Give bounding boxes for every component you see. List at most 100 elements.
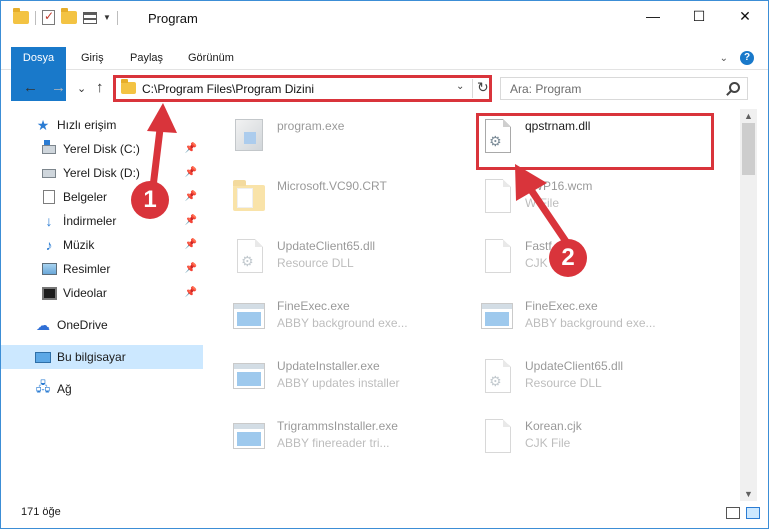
address-highlight-box xyxy=(113,75,492,102)
sidebar-item-label: Yerel Disk (C:) xyxy=(63,142,140,156)
pictures-icon-wrap xyxy=(41,262,57,276)
forward-button[interactable]: → xyxy=(51,79,66,96)
setup-icon xyxy=(231,117,267,157)
sidebar-item-music[interactable]: ♪ Müzik 📌 xyxy=(1,233,203,257)
videos-icon xyxy=(41,286,57,300)
network-icon: 🖧 xyxy=(35,379,51,394)
disk-icon-wrap xyxy=(41,139,57,156)
quick-access-toolbar: ▼ xyxy=(13,8,118,25)
file-description: Resource DLL xyxy=(277,256,354,270)
customize-toolbar-chevron-icon[interactable]: ▼ xyxy=(103,13,111,22)
disk-icon xyxy=(42,139,56,154)
recent-locations-button[interactable]: ⌄ xyxy=(77,82,86,95)
pin-icon[interactable]: 📌 xyxy=(185,191,197,202)
list-item[interactable]: program.exe xyxy=(205,111,445,165)
app-icon xyxy=(231,417,267,457)
divider xyxy=(35,10,36,25)
tab-share[interactable]: Paylaş xyxy=(130,47,163,70)
sidebar-item-this-pc[interactable]: Bu bilgisayar xyxy=(1,345,203,369)
scroll-thumb[interactable] xyxy=(742,123,755,175)
help-icon[interactable]: ? xyxy=(740,51,754,65)
file-description: Resource DLL xyxy=(525,376,602,390)
computer-icon-wrap xyxy=(35,350,51,364)
list-item[interactable]: TrigrammsInstaller.exe ABBY finereader t… xyxy=(205,411,445,465)
sidebar-item-label: Resimler xyxy=(63,262,111,276)
list-item[interactable]: Microsoft.VC90.CRT xyxy=(205,171,445,225)
list-item[interactable]: ⚙ UpdateClient65.dll Resource DLL xyxy=(205,231,445,285)
folder-icon[interactable] xyxy=(13,8,29,24)
app-icon xyxy=(231,357,267,397)
sidebar-item-onedrive[interactable]: ☁ OneDrive xyxy=(1,313,203,337)
list-item[interactable]: Korean.cjk CJK File xyxy=(453,411,693,465)
search-icon[interactable] xyxy=(729,82,740,93)
sidebar-item-network[interactable]: 🖧 Ağ xyxy=(1,377,203,401)
back-button[interactable]: ← xyxy=(23,79,38,96)
tiles-view-icon[interactable] xyxy=(746,507,760,519)
close-button[interactable]: ✕ xyxy=(722,1,768,31)
scroll-up-icon[interactable]: ▲ xyxy=(744,111,753,121)
up-button[interactable]: ↑ xyxy=(96,79,104,96)
list-item[interactable]: ⚙ UpdateClient65.dll Resource DLL xyxy=(453,351,693,405)
pin-icon[interactable]: 📌 xyxy=(185,287,197,298)
file-name: program.exe xyxy=(277,119,345,133)
computer-icon xyxy=(35,351,51,363)
sidebar-item-label: Videolar xyxy=(63,286,107,300)
file-description: CJK File xyxy=(525,436,571,450)
sidebar-item-label: OneDrive xyxy=(57,318,108,332)
list-item[interactable]: oWP16.wcm W File xyxy=(453,171,693,225)
minimize-button[interactable]: — xyxy=(630,1,676,31)
pin-icon[interactable]: 📌 xyxy=(185,215,197,226)
step-1-badge: 1 xyxy=(131,181,169,219)
music-icon: ♪ xyxy=(45,237,53,253)
pin-icon[interactable]: 📌 xyxy=(185,239,197,250)
navigation-bar: ← → ⌄ ↑ C:\Program Files\Program Dizini … xyxy=(1,74,768,104)
sidebar-item-local-disk-d[interactable]: Yerel Disk (D:) 📌 xyxy=(1,161,203,185)
pin-icon[interactable]: 📌 xyxy=(185,167,197,178)
tab-home[interactable]: Giriş xyxy=(81,47,104,70)
onedrive-icon: ☁ xyxy=(36,316,50,333)
tab-view[interactable]: Görünüm xyxy=(188,47,234,70)
step-2-badge: 2 xyxy=(549,239,587,277)
file-name: UpdateClient65.dll xyxy=(277,239,376,253)
properties-icon[interactable] xyxy=(83,11,97,24)
file-name: FineExec.exe xyxy=(525,299,598,313)
file-name: UpdateInstaller.exe xyxy=(277,359,380,373)
pin-icon[interactable]: 📌 xyxy=(185,263,197,274)
scroll-down-icon[interactable]: ▼ xyxy=(744,489,753,499)
sidebar-item-pictures[interactable]: Resimler 📌 xyxy=(1,257,203,281)
downloads-icon: ↓ xyxy=(45,213,53,229)
sidebar-item-label: Yerel Disk (D:) xyxy=(63,166,140,180)
file-icon xyxy=(479,177,515,217)
details-view-icon[interactable] xyxy=(726,507,740,519)
pin-icon[interactable]: 📌 xyxy=(185,143,197,154)
navigation-pane: ★ Hızlı erişim Yerel Disk (C:) 📌 Yerel D… xyxy=(1,109,203,501)
maximize-button[interactable]: ☐ xyxy=(676,1,722,31)
explorer-window: ▼ Program — ☐ ✕ Dosya Giriş Paylaş Görün… xyxy=(0,0,769,529)
file-icon xyxy=(479,417,515,457)
expand-ribbon-chevron-icon[interactable]: ⌄ xyxy=(720,53,728,64)
file-name: FineExec.exe xyxy=(277,299,350,313)
sidebar-item-videos[interactable]: Videolar 📌 xyxy=(1,281,203,305)
sidebar-item-documents[interactable]: Belgeler 📌 xyxy=(1,185,203,209)
file-description: ABBY background exe... xyxy=(525,316,656,330)
pictures-icon xyxy=(41,263,57,275)
search-input[interactable]: Ara: Program xyxy=(510,82,581,96)
sidebar-item-label: Müzik xyxy=(63,238,95,252)
list-item[interactable]: FineExec.exe ABBY background exe... xyxy=(205,291,445,345)
list-item[interactable]: FineExec.exe ABBY background exe... xyxy=(453,291,693,345)
item-count: 171 öğe xyxy=(21,506,61,518)
ribbon-tabs: Dosya Giriş Paylaş Görünüm ⌄ ? xyxy=(1,47,768,101)
sidebar-item-label: Ağ xyxy=(57,382,72,396)
list-item[interactable]: UpdateInstaller.exe ABBY updates install… xyxy=(205,351,445,405)
new-folder-icon[interactable] xyxy=(61,8,77,24)
disk-icon-wrap xyxy=(41,166,57,180)
sidebar-item-quick-access[interactable]: ★ Hızlı erişim xyxy=(1,113,203,137)
sidebar-item-label: Belgeler xyxy=(63,190,108,204)
sidebar-item-local-disk-c[interactable]: Yerel Disk (C:) 📌 xyxy=(1,137,203,161)
file-description: ABBY finereader tri... xyxy=(277,436,390,450)
vertical-scrollbar[interactable]: ▲ ▼ xyxy=(740,109,757,501)
sidebar-item-downloads[interactable]: ↓ İndirmeler 📌 xyxy=(1,209,203,233)
search-box[interactable]: Ara: Program xyxy=(500,77,748,100)
properties-check-icon[interactable] xyxy=(42,9,55,25)
videos-icon-wrap xyxy=(41,286,57,300)
